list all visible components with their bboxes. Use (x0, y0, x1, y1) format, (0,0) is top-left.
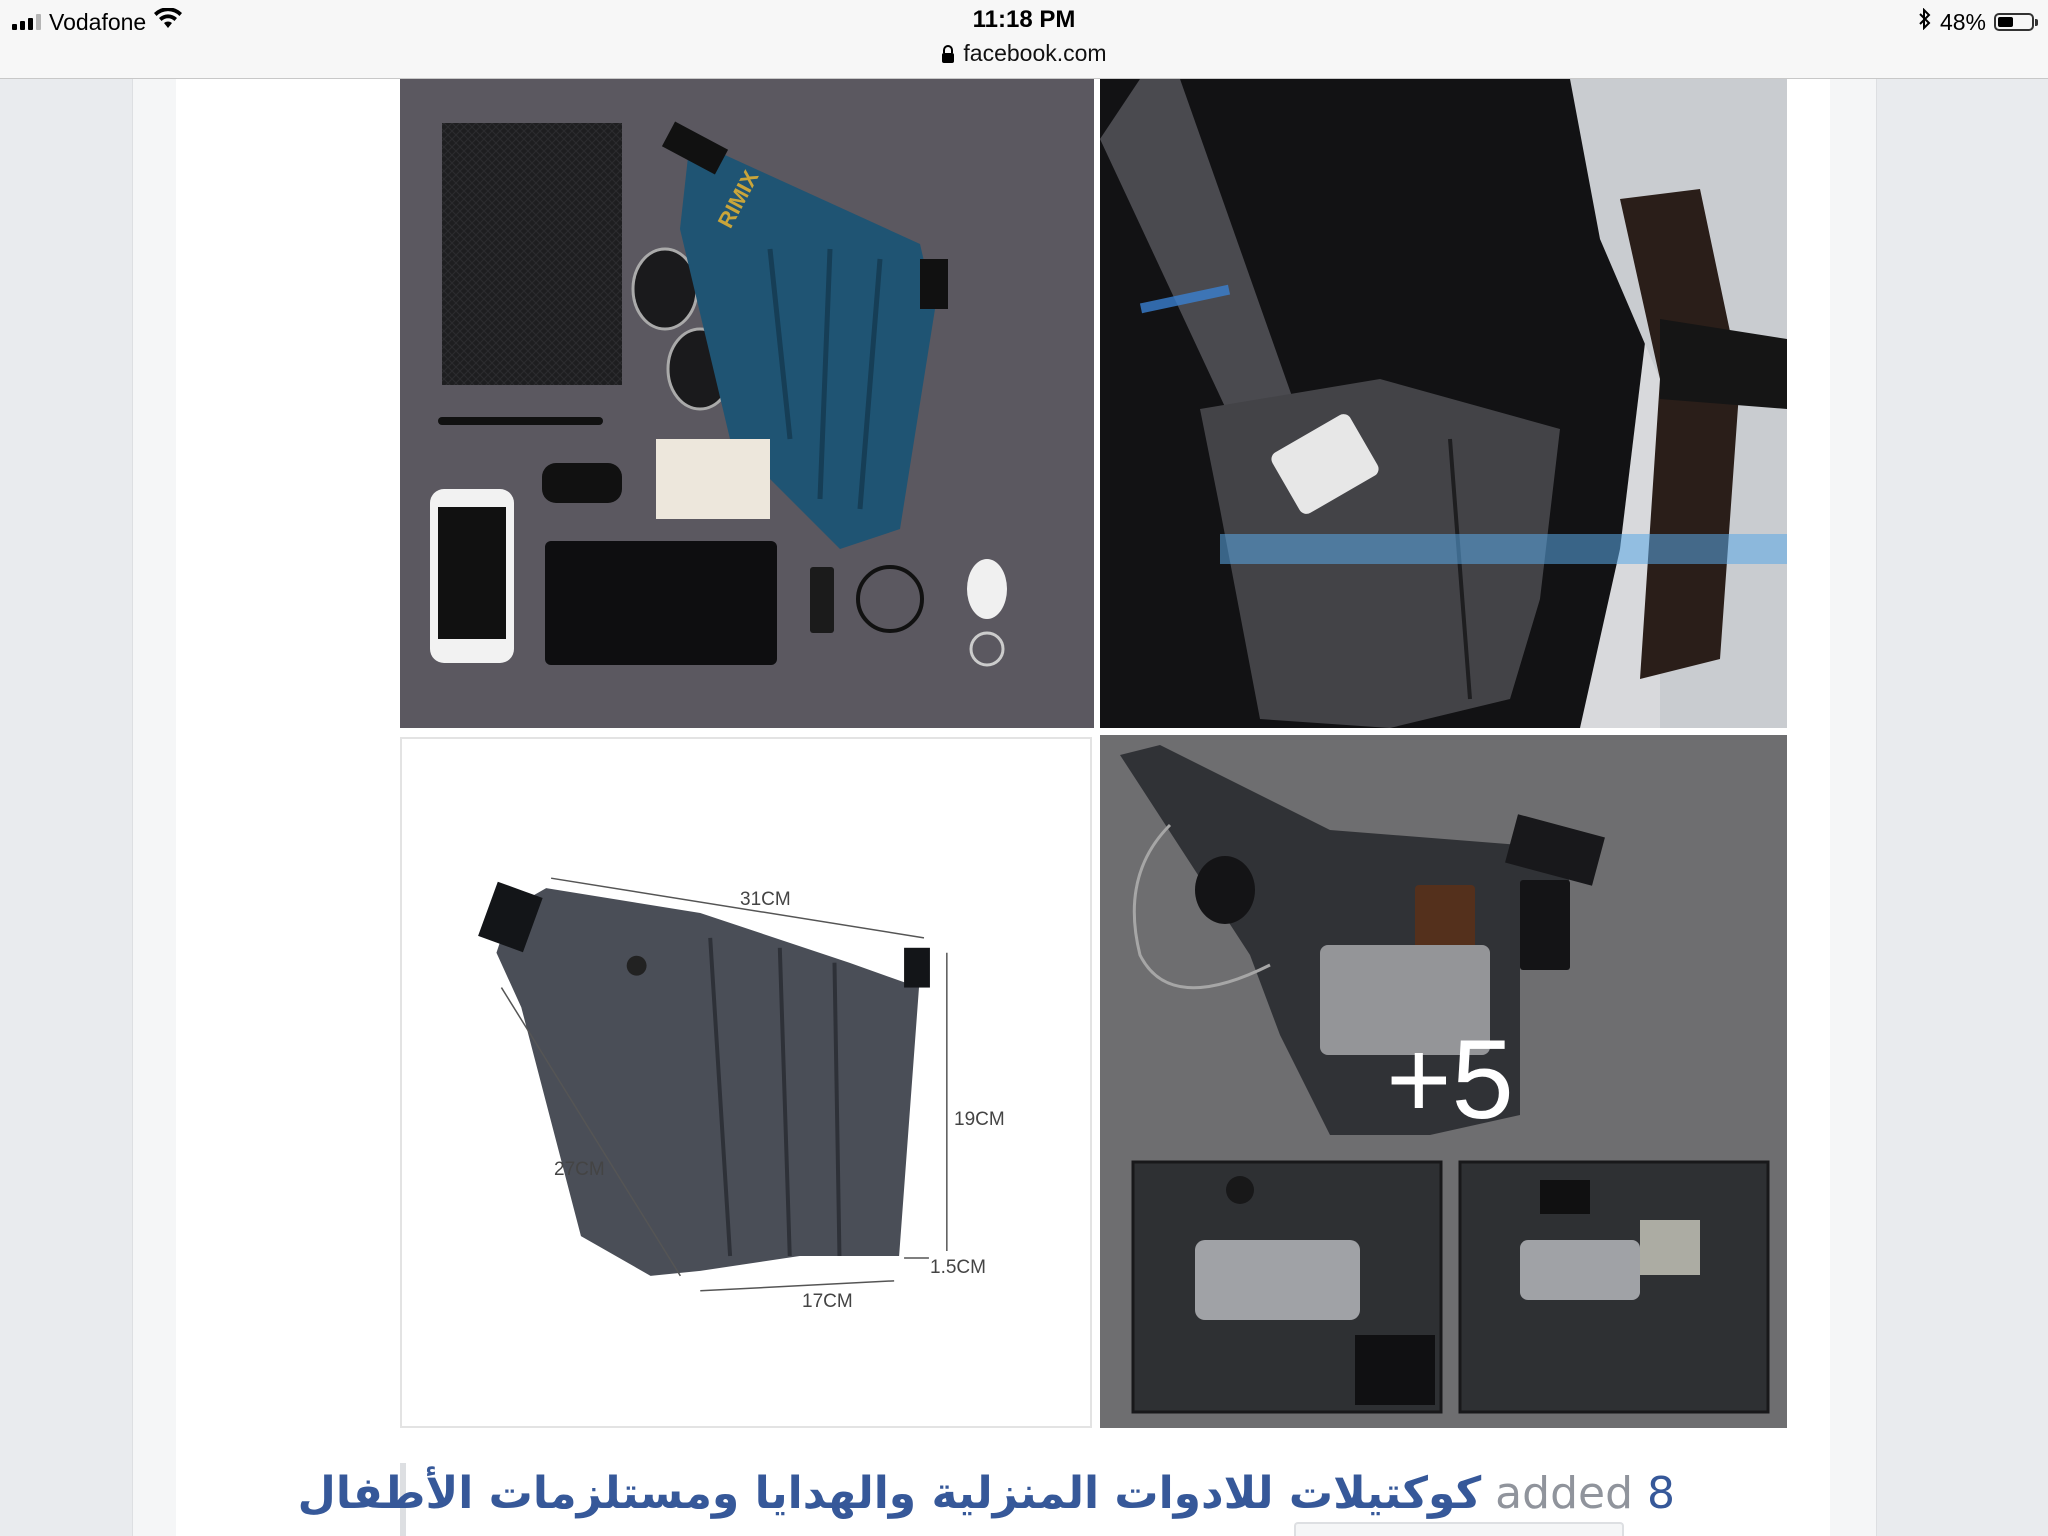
attachment-caption: 8 added كوكتيلات للادوات المنزلية والهدا… (298, 1464, 1675, 1524)
more-photos-count[interactable]: +5 (1360, 1020, 1540, 1140)
photo-worn-by-model[interactable] (1100, 79, 1787, 728)
bluetooth-icon (1918, 7, 1932, 36)
lock-icon (941, 42, 955, 69)
added-count[interactable]: 8 (1647, 1468, 1675, 1519)
photo-product-flatlay[interactable]: RIMIX (400, 79, 1094, 728)
group-name-link[interactable]: كوكتيلات للادوات المنزلية والهدايا ومستل… (298, 1468, 1482, 1519)
dimension-label-side: 27CM (554, 1159, 605, 1180)
address-bar[interactable]: facebook.com (0, 40, 2048, 69)
dimension-label-height: 19CM (954, 1109, 1005, 1130)
dimension-label-depth: 1.5CM (930, 1257, 986, 1278)
photo-dimensions-diagram[interactable]: 31CM 19CM 27CM 1.5CM 17CM (400, 737, 1092, 1428)
url-text: facebook.com (963, 40, 1107, 66)
battery-percent: 48% (1939, 8, 1986, 35)
caption-action-button[interactable] (1294, 1522, 1624, 1536)
added-word: added (1495, 1468, 1633, 1519)
dimension-label-width: 31CM (740, 889, 791, 910)
battery-icon (1994, 13, 2038, 31)
dimension-label-bottom: 17CM (802, 1291, 853, 1312)
status-bar: Vodafone 11:18 PM facebook.com 48% (0, 0, 2048, 79)
clock: 11:18 PM (972, 6, 1076, 33)
status-right: 48% (1918, 6, 2038, 38)
